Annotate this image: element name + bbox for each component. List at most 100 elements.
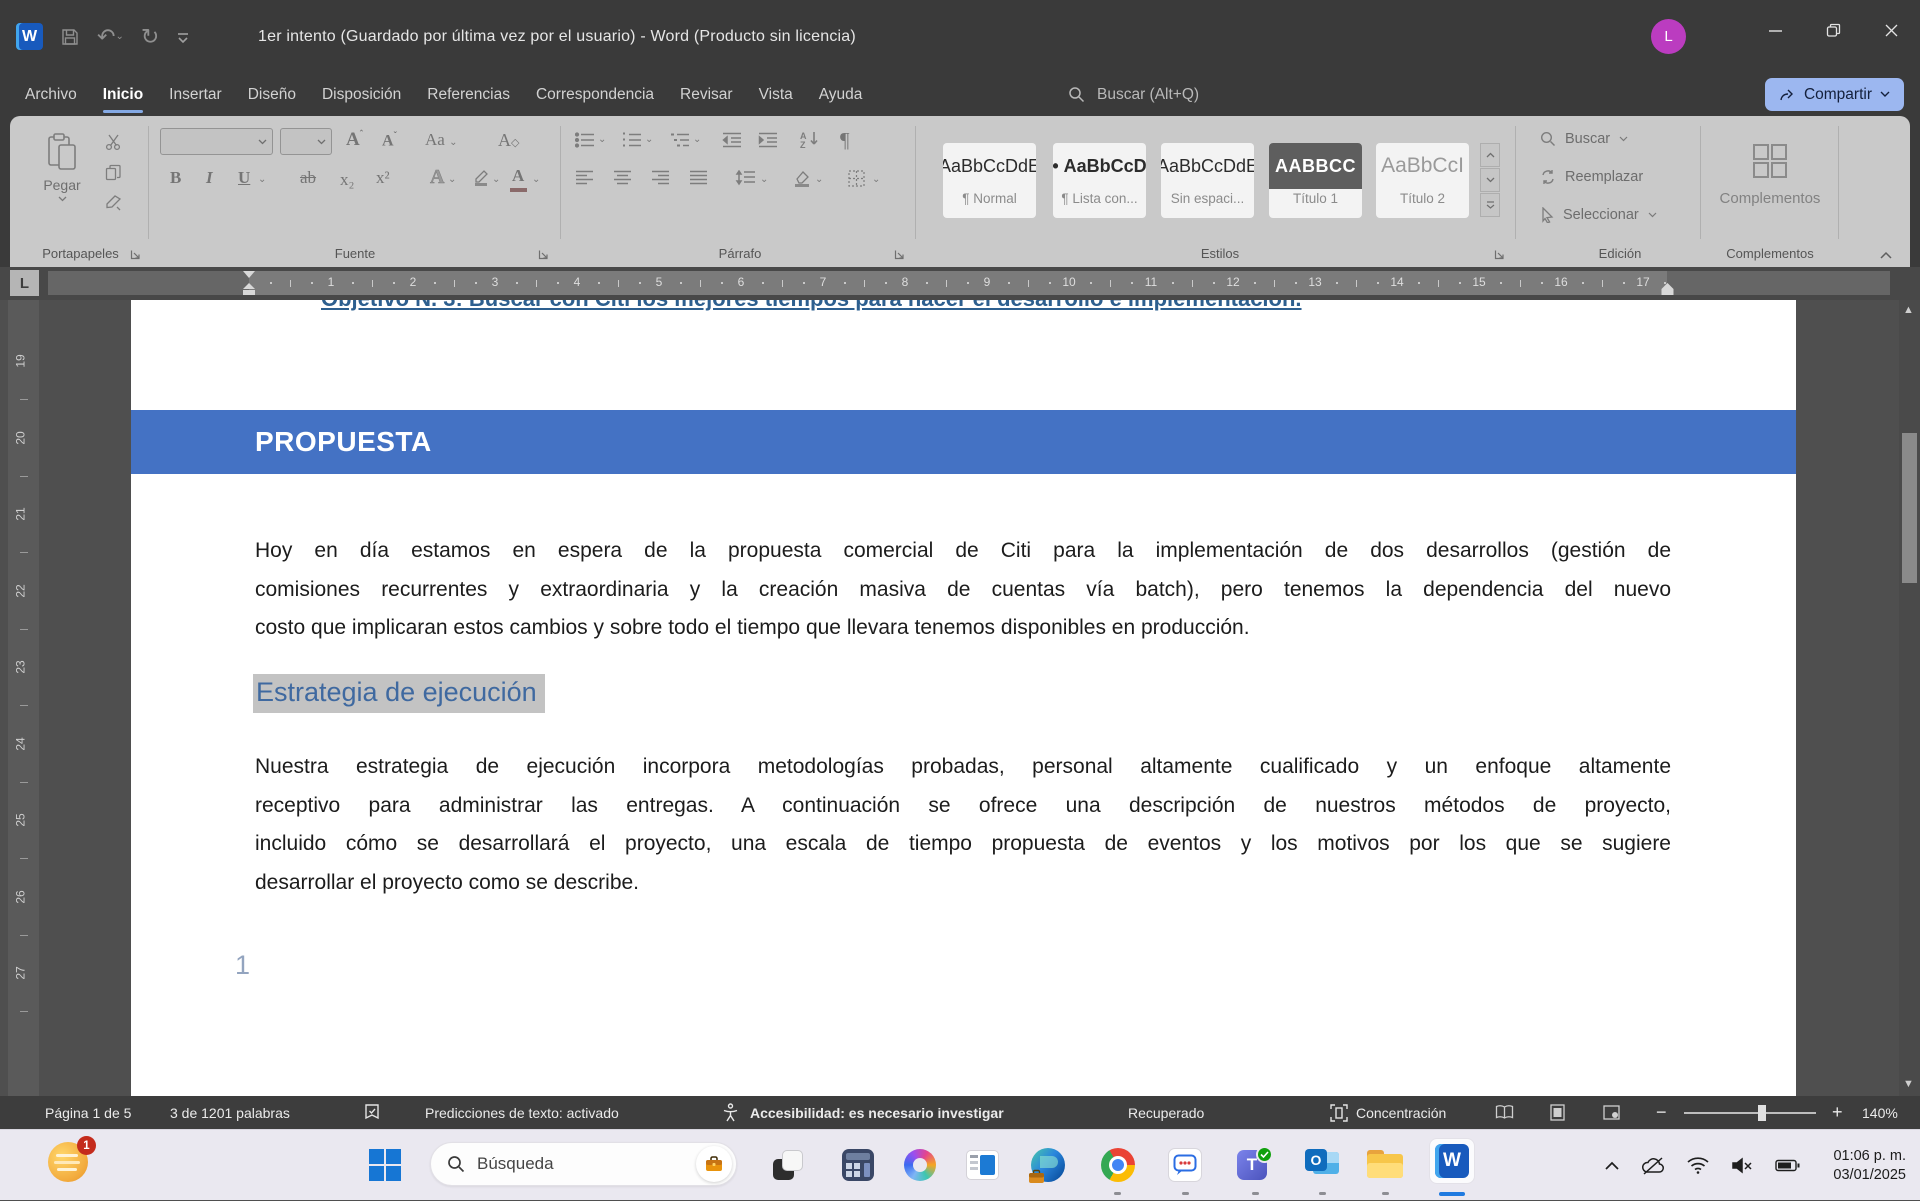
font-size-combo[interactable] <box>280 128 332 155</box>
highlight-color-icon[interactable] <box>472 168 491 187</box>
taskbar-search[interactable]: Búsqueda <box>430 1142 737 1186</box>
bullet-list-icon[interactable] <box>575 132 595 148</box>
teams-icon[interactable]: T <box>1235 1145 1275 1185</box>
redo-icon[interactable]: ↻ <box>141 24 159 50</box>
style-titulo2[interactable]: AaBbCcI Título 2 <box>1376 143 1469 218</box>
format-painter-icon[interactable] <box>105 194 123 211</box>
tab-ayuda[interactable]: Ayuda <box>806 73 876 116</box>
bold-button[interactable]: B <box>170 168 181 188</box>
paragraph-dialog-launcher-icon[interactable] <box>894 249 905 260</box>
text-predictions[interactable]: Predicciones de texto: activado <box>425 1096 619 1129</box>
zoom-level[interactable]: 140% <box>1862 1096 1898 1129</box>
word-count[interactable]: 3 de 1201 palabras <box>170 1096 290 1129</box>
underline-button[interactable]: U <box>238 168 250 188</box>
vertical-ruler[interactable]: 192021222324252627 <box>8 300 39 1096</box>
subscript-button[interactable]: x₂ <box>340 170 354 190</box>
proofing-icon[interactable] <box>363 1096 381 1129</box>
align-center-icon[interactable] <box>613 170 632 185</box>
strikethrough-button[interactable]: ab <box>300 168 316 188</box>
tab-selector[interactable]: L <box>10 270 39 296</box>
word-app-icon[interactable]: W <box>16 23 43 50</box>
zoom-in-button[interactable]: + <box>1832 1096 1843 1129</box>
underline-chevron-icon[interactable]: ⌄ <box>258 174 266 185</box>
styles-scroll-up-icon[interactable] <box>1480 143 1500 167</box>
borders-icon[interactable] <box>848 170 865 187</box>
shading-icon[interactable] <box>792 170 812 187</box>
account-avatar[interactable]: L <box>1651 19 1686 54</box>
tab-revisar[interactable]: Revisar <box>667 73 746 116</box>
decrease-indent-icon[interactable] <box>722 132 742 148</box>
zoom-slider[interactable] <box>1684 1096 1816 1129</box>
style-lista[interactable]: • AaBbCcD ¶ Lista con... <box>1053 143 1146 218</box>
tab-vista[interactable]: Vista <box>746 73 806 116</box>
widgets-weather-icon[interactable]: 1 <box>48 1143 88 1183</box>
tab-inicio[interactable]: Inicio <box>90 73 156 116</box>
vertical-scrollbar[interactable]: ▲ ▼ <box>1899 300 1920 1096</box>
recovered-status[interactable]: Recuperado <box>1128 1096 1204 1129</box>
superscript-button[interactable]: x² <box>376 168 390 188</box>
read-mode-icon[interactable] <box>1495 1096 1514 1129</box>
tray-expand-icon[interactable] <box>1605 1161 1619 1170</box>
taskbar-clock[interactable]: 01:06 p. m. 03/01/2025 <box>1833 1130 1906 1201</box>
scrollbar-thumb[interactable] <box>1902 433 1917 583</box>
scroll-down-icon[interactable]: ▼ <box>1903 1078 1914 1090</box>
horizontal-ruler[interactable]: 1234567891011121314151617 <box>48 271 1890 295</box>
document-page[interactable]: Objetivo N. 3: Buscar con Citi los mejor… <box>131 300 1796 1096</box>
onedrive-paused-icon[interactable] <box>1641 1157 1665 1175</box>
copilot-icon[interactable] <box>900 1145 940 1185</box>
accessibility-status[interactable]: Accesibilidad: es necesario investigar <box>750 1096 1004 1129</box>
style-titulo1[interactable]: AABBCC Título 1 <box>1269 143 1362 218</box>
tab-disposicion[interactable]: Disposición <box>309 73 414 116</box>
styles-dialog-launcher-icon[interactable] <box>1494 249 1505 260</box>
share-button[interactable]: Compartir <box>1765 78 1904 111</box>
select-button[interactable]: Seleccionar <box>1540 207 1657 223</box>
start-button[interactable] <box>365 1145 405 1185</box>
indent-markers-left[interactable] <box>243 271 256 295</box>
increase-indent-icon[interactable] <box>758 132 778 148</box>
file-explorer-icon[interactable] <box>1365 1145 1405 1185</box>
volume-muted-icon[interactable] <box>1731 1157 1753 1174</box>
sort-icon[interactable]: AZ <box>800 130 822 149</box>
tab-diseno[interactable]: Diseño <box>235 73 309 116</box>
tab-archivo[interactable]: Archivo <box>12 73 90 116</box>
print-layout-icon[interactable] <box>1550 1096 1565 1129</box>
line-spacing-icon[interactable] <box>735 170 756 186</box>
zoom-slider-handle[interactable] <box>1758 1105 1766 1121</box>
cut-icon[interactable] <box>105 134 122 151</box>
multilevel-list-icon[interactable] <box>670 132 690 148</box>
italic-button[interactable]: I <box>206 168 213 188</box>
change-case-icon[interactable]: Aa ⌄ <box>425 130 457 150</box>
page-indicator[interactable]: Página 1 de 5 <box>45 1096 131 1129</box>
addins-button[interactable]: Complementos <box>1710 124 1830 224</box>
replace-button[interactable]: Reemplazar <box>1540 169 1643 185</box>
align-right-icon[interactable] <box>651 170 670 185</box>
focus-mode[interactable]: Concentración <box>1330 1096 1446 1129</box>
outlook-icon[interactable]: O <box>1302 1145 1342 1185</box>
tab-referencias[interactable]: Referencias <box>414 73 523 116</box>
collapse-ribbon-icon[interactable] <box>1880 251 1892 259</box>
styles-scroll-down-icon[interactable] <box>1480 168 1500 192</box>
wifi-icon[interactable] <box>1687 1157 1709 1174</box>
undo-icon[interactable]: ↶⌄ <box>97 24 124 50</box>
edge-icon[interactable] <box>1028 1145 1068 1185</box>
tab-correspondencia[interactable]: Correspondencia <box>523 73 667 116</box>
text-effects-icon[interactable]: A <box>430 166 444 189</box>
clear-formatting-icon[interactable]: A◇ <box>498 130 519 151</box>
grow-font-icon[interactable]: Aˆ <box>346 129 363 151</box>
save-icon[interactable] <box>60 27 80 47</box>
chat-icon[interactable] <box>1165 1145 1205 1185</box>
style-normal[interactable]: AaBbCcDdE ¶ Normal <box>943 143 1036 218</box>
tab-insertar[interactable]: Insertar <box>156 73 235 116</box>
chrome-icon[interactable] <box>1098 1145 1138 1185</box>
pilcrow-icon[interactable]: ¶ <box>840 128 850 153</box>
widgets-board-icon[interactable] <box>962 1145 1002 1185</box>
font-name-combo[interactable] <box>160 128 273 155</box>
restore-button[interactable] <box>1804 0 1862 60</box>
numbered-list-icon[interactable] <box>622 132 642 148</box>
search-box[interactable]: Buscar (Alt+Q) <box>1068 73 1199 116</box>
clipboard-dialog-launcher-icon[interactable] <box>130 249 141 260</box>
paste-button[interactable]: Pegar <box>32 128 92 206</box>
customize-toolbar-icon[interactable] <box>176 30 190 44</box>
styles-gallery-expand-icon[interactable] <box>1480 193 1500 217</box>
web-layout-icon[interactable] <box>1603 1096 1620 1129</box>
